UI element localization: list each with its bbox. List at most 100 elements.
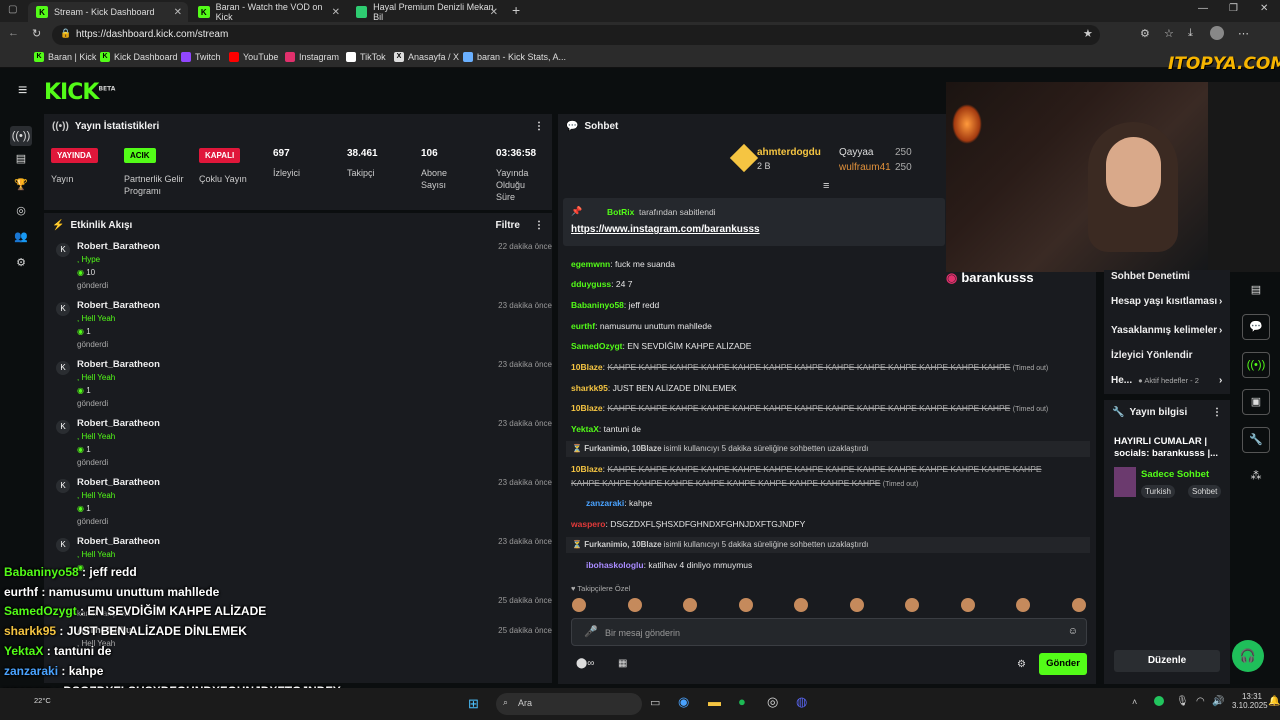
url-field[interactable]: https://dashboard.kick.com/stream: [52, 25, 1100, 45]
chat-username[interactable]: egemwnn: [571, 259, 610, 269]
tab-menu-icon[interactable]: ▢: [8, 4, 17, 15]
emote-icon[interactable]: [1016, 598, 1030, 612]
activity-user[interactable]: Robert_Baratheon: [77, 359, 160, 370]
category-link[interactable]: Sadece Sohbet: [1141, 469, 1209, 480]
bookmark-instagram[interactable]: Instagram: [285, 52, 339, 62]
more-options-icon[interactable]: ⋮: [534, 220, 544, 231]
window-close-icon[interactable]: ✕: [1260, 3, 1268, 14]
player-icon[interactable]: ▣: [1242, 389, 1270, 415]
activity-user[interactable]: Robert_Baratheon: [77, 241, 160, 252]
bookmark-kick-dashboard[interactable]: K Kick Dashboard: [100, 52, 178, 62]
store-icon[interactable]: ▦: [618, 658, 627, 669]
clock[interactable]: 13:31 3.10.2025: [1232, 692, 1268, 710]
activity-user[interactable]: Robert_Baratheon: [77, 418, 160, 429]
broadcast-icon[interactable]: ((•)): [10, 126, 32, 146]
bookmark-kick-stats[interactable]: baran - Kick Stats, A...: [463, 52, 566, 62]
microphone-icon[interactable]: 🎙: [1176, 696, 1189, 707]
tab-vod[interactable]: K Baran - Watch the VOD on Kick ✕: [190, 2, 346, 22]
task-view-icon[interactable]: ▭: [650, 696, 660, 709]
more-icon[interactable]: ⋯: [1238, 27, 1249, 40]
download-icon[interactable]: ⤓: [1188, 27, 1193, 40]
microphone-icon[interactable]: 🎤: [584, 625, 598, 638]
analytics-icon[interactable]: ▤: [14, 152, 28, 166]
wrench-icon[interactable]: 🔧: [1242, 427, 1270, 453]
bookmark-twitch[interactable]: Twitch: [181, 52, 221, 62]
menu-chat-moderation[interactable]: Sohbet Denetimi: [1111, 271, 1190, 282]
favorite-star-icon[interactable]: ★: [1083, 27, 1093, 40]
back-icon[interactable]: ←: [8, 27, 19, 39]
chat-input[interactable]: 🎤 Bir mesaj gönderin ☺: [571, 618, 1087, 646]
activity-user[interactable]: Robert_Baratheon: [77, 477, 160, 488]
chat-username[interactable]: eurthf: [571, 321, 595, 331]
emote-icon[interactable]: [794, 598, 808, 612]
expand-leaderboard-icon[interactable]: ≡: [823, 180, 829, 192]
pinned-link[interactable]: https://www.instagram.com/barankusss: [571, 224, 760, 235]
leader-name[interactable]: Qayyaa: [839, 147, 873, 158]
tab-kick-dashboard[interactable]: K Stream - Kick Dashboard ✕: [28, 2, 188, 22]
trophy-icon[interactable]: 🏆: [14, 178, 28, 192]
emote-icon[interactable]: [1071, 598, 1086, 612]
extensions-icon[interactable]: ⚙: [1140, 27, 1150, 40]
more-options-icon[interactable]: ⋮: [1212, 407, 1222, 418]
profile-avatar[interactable]: [1210, 26, 1224, 40]
chat-username[interactable]: SamedOzygt: [571, 341, 623, 351]
kick-logo[interactable]: KICKBETA: [44, 80, 115, 105]
chat-username[interactable]: Babaninyo58: [571, 300, 624, 310]
weather-widget[interactable]: 22°C: [6, 692, 66, 716]
hamburger-menu-icon[interactable]: ≡: [18, 82, 27, 100]
emote-icon[interactable]: [572, 598, 586, 612]
maximize-icon[interactable]: ❐: [1229, 3, 1238, 14]
emoji-icon[interactable]: ☺: [1068, 626, 1078, 637]
more-options-icon[interactable]: ⋮: [534, 121, 544, 132]
leader-name[interactable]: wulfraum41: [839, 162, 891, 173]
help-support-icon[interactable]: 🎧: [1232, 640, 1264, 672]
discord-icon[interactable]: ◍: [796, 694, 807, 710]
chat-username[interactable]: YektaX: [571, 424, 599, 434]
settings-gear-icon[interactable]: ⚙: [14, 256, 28, 270]
notes-icon[interactable]: ▤: [1242, 278, 1270, 304]
close-icon[interactable]: ✕: [174, 7, 182, 18]
users-icon[interactable]: 👥: [14, 230, 28, 244]
chat-username[interactable]: sharkk95: [571, 383, 608, 393]
apps-icon[interactable]: ⁂: [1242, 464, 1270, 490]
chat-username[interactable]: 10Blaze: [571, 362, 603, 372]
emote-icon[interactable]: [849, 598, 864, 612]
menu-account-age[interactable]: Hesap yaşı kısıtlaması ›: [1111, 296, 1222, 307]
file-explorer-icon[interactable]: ▬: [708, 694, 721, 709]
menu-goals[interactable]: He... ● Aktif hedefler - 2 ›: [1111, 375, 1222, 386]
tab-hayal[interactable]: Hayal Premium Denizli Mekan Bil ✕: [348, 2, 504, 22]
menu-viewer-redirect[interactable]: İzleyici Yönlendir: [1111, 350, 1193, 361]
spotify-icon[interactable]: ●: [738, 694, 746, 709]
points-icon[interactable]: ⬤∞: [576, 658, 594, 669]
filter-button[interactable]: Filtre: [496, 220, 520, 231]
tag[interactable]: Turkish: [1141, 485, 1175, 498]
windows-start-icon[interactable]: ⊞: [468, 696, 479, 712]
tray-chevron-icon[interactable]: ˄: [1132, 697, 1137, 707]
new-tab-icon[interactable]: +: [512, 2, 520, 18]
target-icon[interactable]: ◎: [14, 204, 28, 218]
broadcast-icon[interactable]: ((•)): [1242, 352, 1270, 378]
notifications-icon[interactable]: 🔔: [1268, 696, 1280, 707]
volume-icon[interactable]: 🔊: [1212, 696, 1224, 707]
wifi-icon[interactable]: ◠: [1196, 696, 1205, 707]
emote-icon[interactable]: [738, 598, 753, 612]
chat-settings-gear-icon[interactable]: ⚙: [1017, 659, 1026, 670]
activity-user[interactable]: Robert_Baratheon: [77, 536, 160, 547]
tray-status-icon[interactable]: [1154, 696, 1164, 706]
emote-icon[interactable]: [960, 598, 975, 612]
leader-name[interactable]: ahmterdogdu: [757, 147, 821, 158]
send-button[interactable]: Gönder: [1039, 653, 1087, 675]
chat-icon[interactable]: 💬: [1242, 314, 1270, 340]
reload-icon[interactable]: ↻: [32, 27, 41, 40]
chat-username[interactable]: 10Blaze: [571, 403, 603, 413]
taskbar-search[interactable]: ⌕ Ara: [496, 693, 642, 715]
favorites-icon[interactable]: ☆: [1164, 27, 1174, 40]
minimize-icon[interactable]: —: [1198, 3, 1208, 14]
bookmark-baran-kick[interactable]: K Baran | Kick: [34, 52, 96, 62]
activity-user[interactable]: Robert_Baratheon: [77, 300, 160, 311]
menu-banned-words[interactable]: Yasaklanmış kelimeler ›: [1111, 325, 1222, 336]
bookmark-tiktok[interactable]: TikTok: [346, 52, 386, 62]
close-icon[interactable]: ✕: [490, 7, 498, 18]
emote-icon[interactable]: [627, 598, 642, 612]
bookmark-youtube[interactable]: YouTube: [229, 52, 278, 62]
